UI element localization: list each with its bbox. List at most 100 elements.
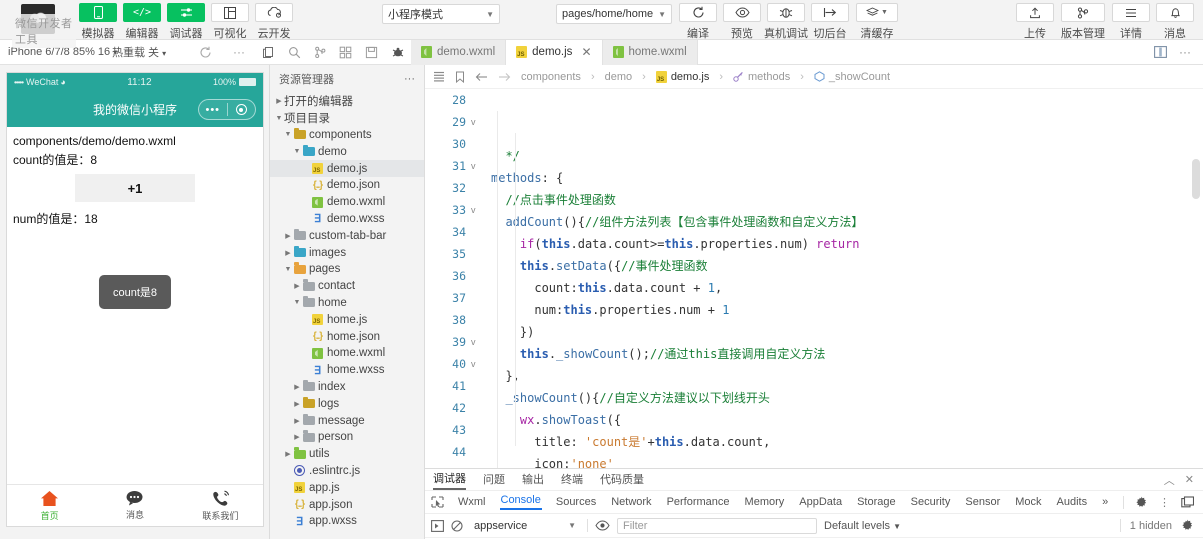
devtab-audits[interactable]: Audits: [1056, 496, 1089, 508]
tabbar-item-contact[interactable]: 联系我们: [178, 485, 263, 526]
chevron-up-icon[interactable]: ︿: [1164, 472, 1175, 488]
dock-icon[interactable]: [1181, 496, 1194, 508]
tree-section-open-editors[interactable]: ▶ 打开的编辑器: [270, 93, 424, 110]
tree-folder-contact[interactable]: ▶ contact: [270, 278, 424, 295]
back-arrow-icon[interactable]: [475, 72, 488, 82]
tree-file-home-wxss[interactable]: ▶ ∃ home.wxss: [270, 362, 424, 379]
editor-tab-home-wxml[interactable]: home.wxml: [602, 39, 698, 65]
close-icon[interactable]: ✕: [581, 45, 591, 59]
save-icon[interactable]: [365, 46, 378, 59]
devtabs-overflow-icon[interactable]: »: [1101, 496, 1109, 508]
source-control-icon[interactable]: [314, 46, 327, 59]
target-icon[interactable]: [228, 104, 256, 115]
tabbar-item-message[interactable]: 消息: [92, 485, 177, 526]
tree-file-demo-js[interactable]: ▶ demo.js: [270, 160, 424, 177]
devtab-security[interactable]: Security: [910, 496, 952, 508]
panel-tab-problems[interactable]: 问题: [483, 471, 505, 489]
breadcrumb-item-demo-js[interactable]: demo.js: [671, 71, 710, 83]
tree-file-app-js[interactable]: ▶ app.js: [270, 479, 424, 496]
toolbar-action-upload[interactable]: 上传: [1013, 0, 1057, 41]
search-icon[interactable]: [288, 46, 301, 59]
tree-folder-logs[interactable]: ▶ logs: [270, 395, 424, 412]
devtab-sensor[interactable]: Sensor: [964, 496, 1001, 508]
page-select[interactable]: pages/home/home ▼: [556, 4, 672, 24]
console-context-select[interactable]: appservice ▼: [470, 518, 580, 534]
tree-folder-demo[interactable]: ▼ demo: [270, 143, 424, 160]
toolbar-button-cloud[interactable]: 云开发: [252, 0, 296, 41]
editor-tab-demo-js[interactable]: demo.js ✕: [506, 39, 603, 65]
console-filter-input[interactable]: Filter: [617, 517, 817, 534]
extensions-icon[interactable]: [339, 46, 352, 59]
breadcrumb-item-components[interactable]: components: [521, 71, 581, 83]
toolbar-action-preview[interactable]: 预览: [720, 0, 764, 41]
tree-folder-custom-tab-bar[interactable]: ▶ custom-tab-bar: [270, 227, 424, 244]
refresh-icon[interactable]: [188, 46, 222, 59]
devtab-storage[interactable]: Storage: [856, 496, 897, 508]
panel-tab-output[interactable]: 输出: [522, 471, 544, 489]
tree-file-home-wxml[interactable]: ▶ home.wxml: [270, 345, 424, 362]
clear-console-icon[interactable]: [451, 519, 463, 532]
tree-file-demo-wxss[interactable]: ▶ ∃ demo.wxss: [270, 211, 424, 228]
code-editor[interactable]: 28 29 30 31 32 33 34 35 36 37 38 39 40 4…: [425, 89, 1203, 468]
explorer-more-icon[interactable]: ···: [404, 73, 415, 85]
toolbar-action-realdevice[interactable]: 真机调试: [764, 0, 808, 41]
close-icon[interactable]: ✕: [1185, 473, 1194, 486]
toolbar-action-background[interactable]: 切后台: [808, 0, 852, 41]
tree-file-eslintrc[interactable]: ▶ .eslintrc.js: [270, 463, 424, 480]
debug-beetle-icon[interactable]: [391, 47, 405, 58]
forward-arrow-icon[interactable]: [498, 72, 511, 82]
gear-icon[interactable]: [1135, 496, 1148, 509]
toolbar-action-version[interactable]: 版本管理: [1057, 0, 1109, 41]
editor-tab-demo-wxml[interactable]: demo.wxml: [411, 39, 507, 65]
live-expression-icon[interactable]: [595, 520, 610, 531]
tree-folder-message[interactable]: ▶ message: [270, 412, 424, 429]
tree-folder-home[interactable]: ▼ home: [270, 295, 424, 312]
tree-file-app-wxss[interactable]: ▶ ∃ app.wxss: [270, 513, 424, 530]
files-icon[interactable]: [262, 46, 275, 59]
tree-file-demo-wxml[interactable]: ▶ demo.wxml: [270, 194, 424, 211]
tree-folder-index[interactable]: ▶ index: [270, 379, 424, 396]
toolbar-button-editor[interactable]: </> 编辑器: [120, 0, 164, 41]
toolbar-action-message[interactable]: 消息: [1153, 0, 1197, 41]
devtab-console[interactable]: Console: [499, 494, 542, 510]
capsule-more-icon[interactable]: •••: [199, 104, 227, 116]
capsule-button[interactable]: •••: [198, 99, 256, 120]
editor-more-icon[interactable]: ···: [1179, 45, 1191, 59]
toolbar-action-compile[interactable]: 编译: [676, 0, 720, 41]
toolbar-button-visual[interactable]: 可视化: [208, 0, 252, 41]
breadcrumb-item-demo[interactable]: demo: [605, 71, 633, 83]
breadcrumb-item-methods[interactable]: methods: [748, 71, 790, 83]
toolbar-button-simulator[interactable]: 模拟器: [76, 0, 120, 41]
mode-select[interactable]: 小程序模式 ▼: [382, 4, 500, 24]
devtab-appdata[interactable]: AppData: [798, 496, 843, 508]
tree-file-home-json[interactable]: ▶ {..} home.json: [270, 328, 424, 345]
simulator-more-icon[interactable]: ···: [222, 45, 256, 59]
toolbar-button-debugger[interactable]: 调试器: [164, 0, 208, 41]
fold-markers[interactable]: v v v v v: [471, 89, 485, 468]
bookmark-icon[interactable]: [455, 71, 465, 83]
tree-folder-utils[interactable]: ▶ utils: [270, 446, 424, 463]
hot-reload-select[interactable]: 热重载 关 ▾: [112, 44, 188, 60]
tree-folder-images[interactable]: ▶ images: [270, 244, 424, 261]
tree-section-project[interactable]: ▼ 项目目录: [270, 110, 424, 127]
outline-icon[interactable]: [433, 71, 445, 82]
increment-button[interactable]: +1: [75, 174, 195, 202]
tree-file-demo-json[interactable]: ▶ {..} demo.json: [270, 177, 424, 194]
devtab-network[interactable]: Network: [610, 496, 652, 508]
toolbar-action-detail[interactable]: 详情: [1109, 0, 1153, 41]
tree-file-app-json[interactable]: ▶ {..} app.json: [270, 496, 424, 513]
panel-tab-debugger[interactable]: 调试器: [433, 470, 466, 490]
tree-folder-pages[interactable]: ▼ pages: [270, 261, 424, 278]
tree-folder-person[interactable]: ▶ person: [270, 429, 424, 446]
devtab-mock[interactable]: Mock: [1014, 496, 1042, 508]
tabbar-item-home[interactable]: 首页: [7, 485, 92, 526]
console-levels-select[interactable]: Default levels ▼: [824, 520, 901, 532]
devtab-sources[interactable]: Sources: [555, 496, 597, 508]
execution-context-icon[interactable]: [431, 519, 444, 532]
editor-scrollbar[interactable]: [1192, 159, 1200, 199]
split-editor-icon[interactable]: [1154, 46, 1167, 58]
panel-tab-terminal[interactable]: 终端: [561, 471, 583, 489]
panel-tab-code-quality[interactable]: 代码质量: [600, 471, 644, 489]
inspect-element-icon[interactable]: [431, 496, 444, 508]
kebab-icon[interactable]: ⋮: [1159, 496, 1170, 509]
